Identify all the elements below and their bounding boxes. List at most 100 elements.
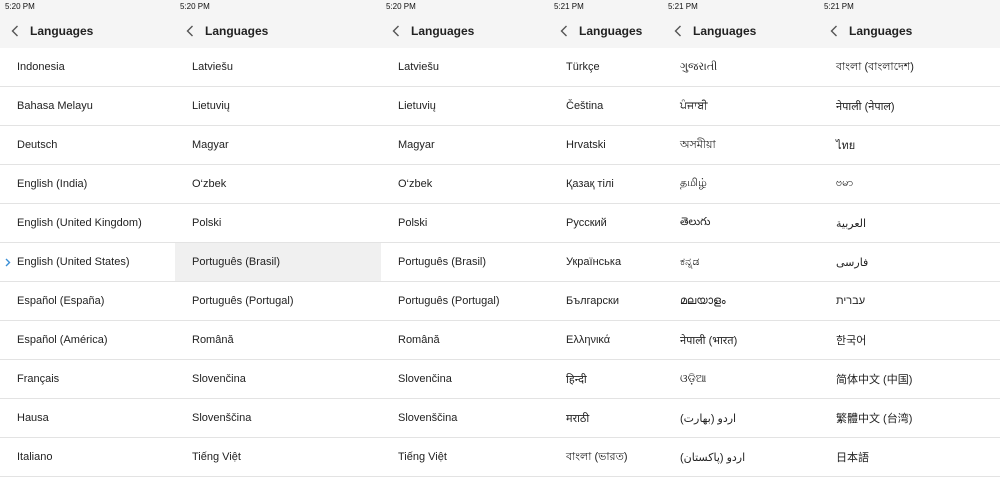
language-list-item[interactable]: O‘zbek: [381, 165, 549, 204]
language-list-item[interactable]: Română: [175, 321, 381, 360]
language-list-item[interactable]: Latviešu: [381, 48, 549, 87]
language-list-item[interactable]: Русский: [549, 204, 663, 243]
language-label: Polski: [398, 217, 428, 229]
language-list-item[interactable]: Ελληνικά: [549, 321, 663, 360]
language-list-item[interactable]: English (India): [0, 165, 175, 204]
back-arrow-icon[interactable]: [822, 25, 846, 37]
language-list-item[interactable]: Polski: [175, 204, 381, 243]
language-list-item[interactable]: Español (América): [0, 321, 175, 360]
language-list-item[interactable]: Português (Brasil): [381, 243, 549, 282]
language-list-item[interactable]: தமிழ்: [663, 165, 819, 204]
language-label: Slovenčina: [192, 373, 246, 385]
back-arrow-icon[interactable]: [552, 25, 576, 37]
language-list-item[interactable]: Bahasa Melayu: [0, 87, 175, 126]
language-list-item[interactable]: Română: [381, 321, 549, 360]
language-label: മലയാളം: [680, 294, 726, 307]
language-list-item[interactable]: Български: [549, 282, 663, 321]
language-list-item[interactable]: नेपाली (भारत): [663, 321, 819, 360]
language-list-item[interactable]: Français: [0, 360, 175, 399]
language-list-item[interactable]: Español (España): [0, 282, 175, 321]
language-list-item[interactable]: Slovenčina: [381, 360, 549, 399]
language-list-item[interactable]: മലയാളം: [663, 282, 819, 321]
language-label: ગુજરાતી: [680, 60, 718, 73]
title-bar: Languages: [549, 13, 663, 48]
language-list-item[interactable]: English (United States): [0, 243, 175, 282]
language-list-item[interactable]: ไทย: [819, 126, 1000, 165]
language-list-item[interactable]: Čeština: [549, 87, 663, 126]
language-list-item[interactable]: ဗမာ: [819, 165, 1000, 204]
language-list-item[interactable]: বাংলা (বাংলাদেশ): [819, 48, 1000, 87]
language-list-item[interactable]: Português (Brasil): [175, 243, 381, 282]
back-arrow-icon[interactable]: [666, 25, 690, 37]
language-list-item[interactable]: Magyar: [381, 126, 549, 165]
language-list-item[interactable]: اردو (بھارت): [663, 399, 819, 438]
language-list-item[interactable]: עברית: [819, 282, 1000, 321]
language-list-item[interactable]: मराठी: [549, 399, 663, 438]
language-label: اردو (بھارت): [680, 412, 737, 425]
language-list-item[interactable]: Slovenčina: [175, 360, 381, 399]
language-label: Română: [192, 334, 234, 346]
language-list-item[interactable]: 简体中文 (中国): [819, 360, 1000, 399]
language-label: English (India): [17, 178, 88, 190]
language-list-item[interactable]: Hrvatski: [549, 126, 663, 165]
language-label: Slovenščina: [398, 412, 458, 424]
language-list-item[interactable]: ଓଡ଼ିଆ: [663, 360, 819, 399]
language-list-item[interactable]: Tiếng Việt: [175, 438, 381, 477]
language-label: Lietuvių: [192, 100, 230, 112]
back-arrow-icon[interactable]: [384, 25, 408, 37]
language-list-item[interactable]: English (United Kingdom): [0, 204, 175, 243]
title-bar: Languages: [0, 13, 175, 48]
language-label: 繁體中文 (台湾): [836, 413, 913, 425]
language-list-item[interactable]: Português (Portugal): [381, 282, 549, 321]
language-list-item[interactable]: বাংলা (ভারত): [549, 438, 663, 477]
language-label: اردو (پاکستان): [680, 451, 746, 464]
language-list-item[interactable]: O‘zbek: [175, 165, 381, 204]
language-list-item[interactable]: ਪੰਜਾਬੀ: [663, 87, 819, 126]
language-label: 简体中文 (中国): [836, 374, 913, 386]
language-label: Português (Portugal): [192, 295, 294, 307]
language-list-item[interactable]: Hausa: [0, 399, 175, 438]
language-list-item[interactable]: Italiano: [0, 438, 175, 477]
language-label: עברית: [836, 295, 866, 307]
language-list-item[interactable]: ગુજરાતી: [663, 48, 819, 87]
language-label: Español (España): [17, 295, 105, 307]
language-list-item[interactable]: ಕನ್ನಡ: [663, 243, 819, 282]
language-list-item[interactable]: Polski: [381, 204, 549, 243]
language-list-item[interactable]: हिन्दी: [549, 360, 663, 399]
language-list-item[interactable]: Lietuvių: [175, 87, 381, 126]
back-arrow-icon[interactable]: [3, 25, 27, 37]
page-title: Languages: [579, 23, 643, 38]
language-screen-2: 5:20 PM Languages Latviešu Lietuvių Magyar O‘…: [175, 0, 381, 480]
language-list-item[interactable]: Indonesia: [0, 48, 175, 87]
language-list-item[interactable]: नेपाली (नेपाल): [819, 87, 1000, 126]
language-list-item[interactable]: Slovenščina: [381, 399, 549, 438]
language-list-item[interactable]: Türkçe: [549, 48, 663, 87]
language-list-item[interactable]: Magyar: [175, 126, 381, 165]
language-label: Português (Brasil): [192, 256, 281, 268]
language-label: ไทย: [836, 140, 856, 152]
language-label: Türkçe: [566, 61, 600, 73]
language-label: Slovenčina: [398, 373, 452, 385]
language-list-item[interactable]: Português (Portugal): [175, 282, 381, 321]
language-list-item[interactable]: Українська: [549, 243, 663, 282]
language-label: অসমীয়া: [680, 138, 716, 151]
language-list-item[interactable]: اردو (پاکستان): [663, 438, 819, 477]
language-list-item[interactable]: العربية: [819, 204, 1000, 243]
language-list-item[interactable]: 日本語: [819, 438, 1000, 477]
language-list-item[interactable]: فارسی: [819, 243, 1000, 282]
page-title: Languages: [411, 23, 475, 38]
language-label: O‘zbek: [398, 178, 433, 190]
language-list-item[interactable]: 繁體中文 (台湾): [819, 399, 1000, 438]
language-list-item[interactable]: తెలుగు: [663, 204, 819, 243]
back-arrow-icon[interactable]: [178, 25, 202, 37]
language-list-item[interactable]: Slovenščina: [175, 399, 381, 438]
page-title: Languages: [693, 23, 757, 38]
language-list-item[interactable]: Tiếng Việt: [381, 438, 549, 477]
page-title: Languages: [30, 23, 94, 38]
language-list-item[interactable]: Deutsch: [0, 126, 175, 165]
language-list-item[interactable]: 한국어: [819, 321, 1000, 360]
language-list-item[interactable]: অসমীয়া: [663, 126, 819, 165]
language-list-item[interactable]: Lietuvių: [381, 87, 549, 126]
language-list-item[interactable]: Latviešu: [175, 48, 381, 87]
language-list-item[interactable]: Қазақ тілі: [549, 165, 663, 204]
